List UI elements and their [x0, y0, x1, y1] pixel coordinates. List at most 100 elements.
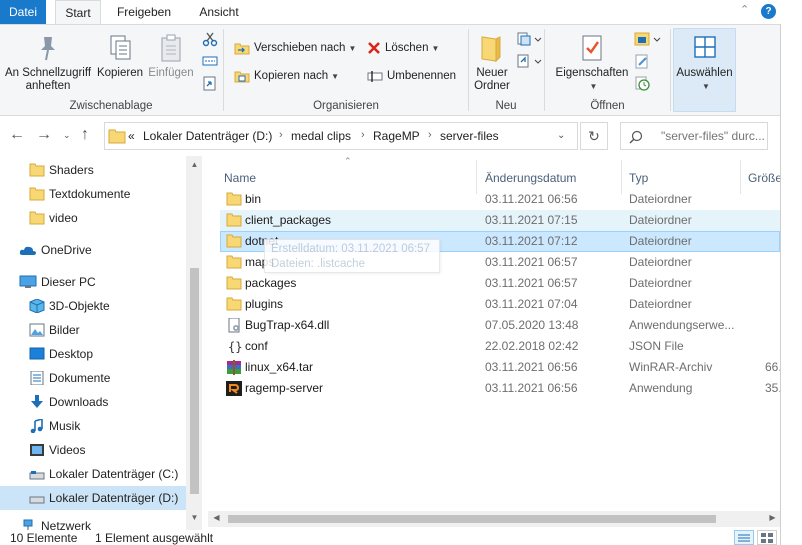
group-divider — [468, 29, 469, 111]
scroll-up-icon[interactable]: ▲ — [186, 160, 202, 169]
breadcrumb-ragemp[interactable]: RageMP — [373, 129, 420, 143]
folder-icon — [226, 192, 242, 206]
nav-item-desktop[interactable]: Desktop — [0, 342, 186, 366]
nav-item-this-pc[interactable]: Dieser PC — [0, 270, 186, 294]
column-header-date[interactable]: Änderungsdatum — [485, 164, 576, 192]
new-group-label: Neu — [495, 100, 517, 112]
large-icons-view-button[interactable] — [757, 530, 777, 545]
copy-button[interactable]: Kopieren — [96, 33, 144, 80]
paste-button[interactable]: Einfügen — [146, 33, 196, 80]
cloud-icon — [19, 246, 36, 255]
address-history-chevron-icon[interactable]: ⌄ — [557, 130, 565, 141]
scroll-down-icon[interactable]: ▼ — [186, 513, 202, 522]
breadcrumb-separator-icon[interactable]: › — [361, 129, 365, 141]
nav-item-network[interactable]: Netzwerk — [0, 514, 186, 530]
file-row-packages[interactable]: packages 03.11.2021 06:57 Dateiordner — [220, 273, 780, 294]
copy-label: Kopieren — [96, 67, 144, 79]
file-row-client-packages[interactable]: client_packages 03.11.2021 07:15 Dateior… — [220, 210, 780, 231]
file-row-plugins[interactable]: plugins 03.11.2021 07:04 Dateiordner — [220, 294, 780, 315]
folder-icon — [226, 213, 242, 227]
status-bar: 10 Elemente 1 Element ausgewählt — [0, 530, 780, 545]
easy-access-icon[interactable] — [516, 53, 542, 69]
breadcrumb-separator-icon[interactable]: › — [279, 129, 283, 141]
navigation-scrollbar[interactable]: ▲ ▼ — [186, 156, 202, 530]
refresh-button[interactable]: ↻ — [580, 122, 608, 150]
pin-label-1: An Schnellzugriff — [4, 67, 92, 79]
nav-item-shaders[interactable]: Shaders — [0, 158, 186, 182]
tab-file[interactable]: Datei — [0, 0, 46, 24]
rename-icon — [367, 70, 383, 82]
cut-icon[interactable] — [202, 31, 218, 47]
delete-button[interactable]: Löschen ▼ — [367, 37, 439, 59]
help-icon[interactable]: ? — [761, 4, 776, 19]
breadcrumb-medal-clips[interactable]: medal clips — [291, 129, 351, 143]
file-row-linux-tar[interactable]: linux_x64.tar 03.11.2021 06:56 WinRAR-Ar… — [220, 357, 780, 378]
pin-quick-access-button[interactable]: An Schnellzugriff anheften — [2, 33, 94, 92]
collapse-ribbon-icon[interactable]: ⌃ — [740, 3, 749, 16]
column-header-type[interactable]: Typ — [629, 164, 648, 192]
nav-item-documents[interactable]: Dokumente — [0, 366, 186, 390]
move-to-button[interactable]: Verschieben nach ▼ — [234, 37, 356, 59]
nav-item-videos[interactable]: Videos — [0, 438, 186, 462]
properties-button[interactable]: Eigenschaften ▼ — [552, 33, 632, 93]
tab-share[interactable]: Freigeben — [110, 0, 178, 24]
file-row-bin[interactable]: bin 03.11.2021 06:56 Dateiordner — [220, 189, 780, 210]
folder-icon — [29, 187, 45, 201]
recent-locations-chevron-icon[interactable]: ⌄ — [63, 130, 71, 141]
file-row-bugtrap-dll[interactable]: BugTrap-x64.dll 07.05.2020 13:48 Anwendu… — [220, 315, 780, 336]
paste-shortcut-icon[interactable] — [202, 75, 218, 91]
scroll-left-icon[interactable]: ◀ — [208, 513, 225, 522]
forward-arrow-icon[interactable]: → — [36, 126, 52, 144]
nav-item-pictures[interactable]: Bilder — [0, 318, 186, 342]
breadcrumb-separator-icon[interactable]: › — [428, 129, 432, 141]
rename-button[interactable]: Umbenennen — [367, 65, 456, 87]
new-item-icon[interactable] — [516, 31, 542, 47]
breadcrumb-drive-d[interactable]: Lokaler Datenträger (D:) — [143, 129, 272, 143]
scroll-right-icon[interactable]: ▶ — [764, 513, 781, 522]
open-icon[interactable] — [634, 31, 662, 47]
nav-item-label: Netzwerk — [41, 519, 92, 530]
svg-text:{}: {} — [228, 340, 242, 354]
tab-view[interactable]: Ansicht — [192, 0, 246, 24]
nav-item-music[interactable]: Musik — [0, 414, 186, 438]
file-type: Dateiordner — [629, 192, 692, 206]
nav-item-drive-d[interactable]: Lokaler Datenträger (D:) — [0, 486, 186, 510]
file-date: 22.02.2018 02:42 — [485, 339, 579, 353]
nav-item-video[interactable]: video — [0, 206, 186, 230]
tooltip-created-date: Erstelldatum: 03.11.2021 06:57 — [271, 243, 430, 255]
column-header-name[interactable]: Name — [224, 164, 256, 192]
nav-item-3d-objects[interactable]: 3D-Objekte — [0, 294, 186, 318]
search-input[interactable] — [661, 128, 765, 144]
navigation-scroll-thumb[interactable] — [190, 268, 199, 494]
horizontal-scroll-thumb[interactable] — [228, 515, 716, 523]
history-icon[interactable] — [634, 75, 650, 91]
file-row-ragemp-server[interactable]: ragemp-server 03.11.2021 06:56 Anwendung… — [220, 378, 780, 399]
nav-item-onedrive[interactable]: OneDrive — [0, 238, 186, 262]
nav-item-label: Lokaler Datenträger (D:) — [49, 491, 179, 505]
address-bar[interactable]: « Lokaler Datenträger (D:) › medal clips… — [104, 122, 578, 150]
details-view-button[interactable] — [734, 530, 754, 545]
large-icons-view-icon — [761, 533, 773, 543]
breadcrumb-overflow[interactable]: « — [128, 129, 135, 143]
nav-item-drive-c[interactable]: Lokaler Datenträger (C:) — [0, 462, 186, 486]
select-grid-icon — [693, 36, 716, 58]
download-icon — [31, 395, 43, 408]
select-button[interactable]: Auswählen ▼ — [673, 33, 736, 93]
back-arrow-icon[interactable]: ← — [9, 126, 25, 144]
chevron-down-icon: ▼ — [702, 81, 710, 91]
copy-path-icon[interactable] — [202, 55, 218, 67]
tab-start[interactable]: Start — [55, 0, 101, 25]
file-list-horizontal-scrollbar[interactable]: ◀ ▶ — [208, 511, 780, 527]
file-date: 03.11.2021 07:04 — [485, 297, 578, 311]
up-arrow-icon[interactable]: ↑ — [81, 126, 89, 144]
search-box[interactable] — [620, 122, 768, 150]
edit-icon[interactable] — [634, 53, 650, 69]
copy-to-button[interactable]: Kopieren nach ▼ — [234, 65, 339, 87]
nav-item-downloads[interactable]: Downloads — [0, 390, 186, 414]
json-file-icon: {} — [228, 340, 242, 354]
breadcrumb-server-files[interactable]: server-files — [440, 129, 499, 143]
nav-item-textdokumente[interactable]: Textdokumente — [0, 182, 186, 206]
new-folder-button[interactable]: Neuer Ordner — [470, 33, 514, 92]
column-header-size[interactable]: Größe — [748, 164, 780, 192]
file-row-conf[interactable]: {} conf 22.02.2018 02:42 JSON File — [220, 336, 780, 357]
